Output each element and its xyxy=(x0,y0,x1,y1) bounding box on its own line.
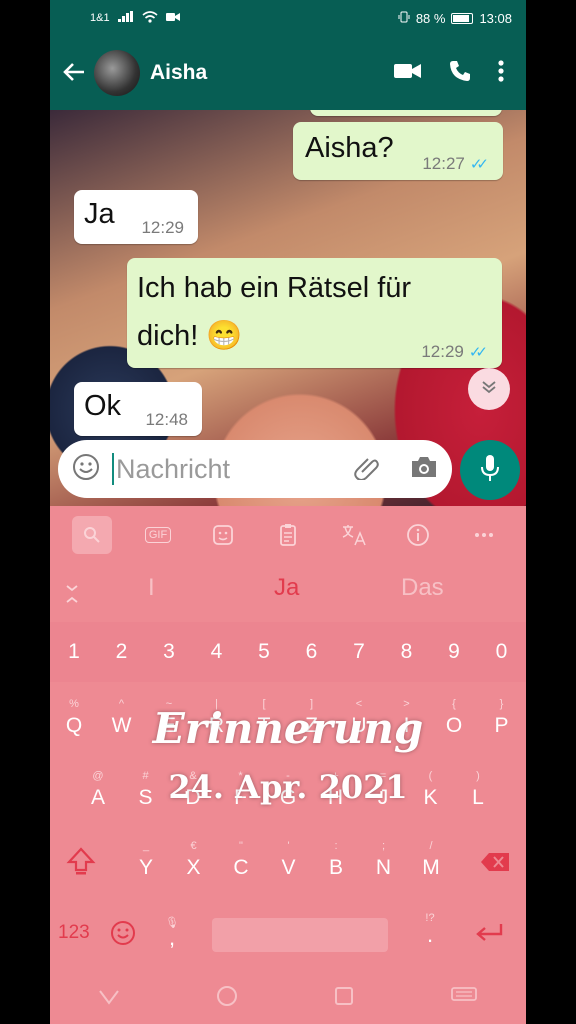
message-composer[interactable]: Nachricht xyxy=(58,440,452,498)
battery-icon xyxy=(451,12,474,24)
key-digit-9[interactable]: 9 xyxy=(434,640,474,664)
message-time: 12:27 ✓✓ xyxy=(422,154,489,173)
search-icon[interactable] xyxy=(72,516,112,554)
emoji-key-icon[interactable] xyxy=(110,920,136,951)
keyboard: GIF I Ja Das 1234567890 % Q ^ W ~ E | R[T] Z < U > I… xyxy=(50,506,526,1024)
info-icon[interactable] xyxy=(398,516,438,554)
message-time: 12:29 ✓✓ xyxy=(421,342,488,361)
key-sub: ; xyxy=(381,840,386,852)
key-x[interactable]: X xyxy=(174,856,214,880)
microphone-icon xyxy=(480,454,500,487)
emoji-icon[interactable] xyxy=(72,453,100,486)
composer-tools xyxy=(354,454,438,485)
back-arrow-icon[interactable] xyxy=(54,58,94,89)
status-bar: 1&1 88 % 13:08 xyxy=(50,0,526,36)
sticker-icon[interactable] xyxy=(203,516,243,554)
double-chevron-down-icon xyxy=(481,380,497,399)
nav-home-icon[interactable] xyxy=(216,985,238,1013)
nav-back-icon[interactable] xyxy=(98,988,120,1011)
key-digit-8[interactable]: 8 xyxy=(387,640,427,664)
overlay-date: 24. Apr. 2021 xyxy=(168,768,408,806)
key-digit-6[interactable]: 6 xyxy=(292,640,332,664)
nav-recents-icon[interactable] xyxy=(334,986,354,1012)
scroll-down-button[interactable] xyxy=(468,368,510,410)
space-bar[interactable] xyxy=(212,918,388,952)
keyboard-hide-icon[interactable] xyxy=(450,986,478,1012)
translate-icon[interactable] xyxy=(334,516,374,554)
avatar[interactable] xyxy=(94,50,140,96)
message-bubble-out[interactable]: Aisha? 12:27 ✓✓ xyxy=(293,122,503,180)
collapse-suggestions-icon[interactable] xyxy=(64,584,80,609)
message-bubble-in[interactable]: Ja 12:29 xyxy=(74,190,198,244)
comma-key[interactable]: 🎙 , xyxy=(162,916,182,951)
key-n[interactable]: N xyxy=(364,856,404,880)
read-ticks-icon: ✓✓ xyxy=(469,156,489,173)
video-call-icon[interactable] xyxy=(394,62,422,85)
message-bubble-partial xyxy=(310,110,502,116)
key-digit-4[interactable]: 4 xyxy=(197,640,237,664)
message-time: 12:29 xyxy=(141,218,184,237)
overlay-title: Erinnerung xyxy=(152,704,424,753)
carrier-label: 1&1 xyxy=(90,12,110,24)
key-sub: " xyxy=(239,840,243,852)
voice-record-button[interactable] xyxy=(460,440,520,500)
more-vert-icon[interactable] xyxy=(498,59,504,87)
key-sub: ' xyxy=(287,840,290,852)
attach-icon[interactable] xyxy=(354,454,380,485)
key-sub: : xyxy=(334,840,338,852)
clipboard-icon[interactable] xyxy=(268,516,308,554)
key-sub: / xyxy=(429,840,433,852)
wifi-icon xyxy=(142,10,158,26)
signal-icon xyxy=(117,11,134,25)
status-left: 1&1 xyxy=(90,10,180,26)
key-digit-1[interactable]: 1 xyxy=(54,640,94,664)
camera-icon[interactable] xyxy=(410,455,438,484)
vibrate-icon xyxy=(398,11,410,26)
message-input[interactable]: Nachricht xyxy=(116,454,230,485)
backspace-key[interactable] xyxy=(480,852,510,877)
phone-icon[interactable] xyxy=(448,59,472,88)
gif-icon[interactable]: GIF xyxy=(138,516,178,554)
phone-screen: 1&1 88 % 13:08 Aisha Aisha? 12:27 ✓✓ Ja … xyxy=(50,0,526,1024)
key-digit-2[interactable]: 2 xyxy=(102,640,142,664)
contact-name[interactable]: Aisha xyxy=(150,61,207,85)
read-ticks-icon: ✓✓ xyxy=(468,344,488,361)
clock: 13:08 xyxy=(479,10,512,26)
key-b[interactable]: B xyxy=(316,856,356,880)
key-c[interactable]: C xyxy=(221,856,261,880)
period-key[interactable]: !? . xyxy=(420,912,440,948)
header-actions xyxy=(394,59,504,88)
key-y[interactable]: Y xyxy=(126,856,166,880)
key-digit-3[interactable]: 3 xyxy=(149,640,189,664)
suggestion-left[interactable]: I xyxy=(148,574,155,602)
message-text-line1: Ich hab ein Rätsel für xyxy=(137,272,412,304)
status-right: 88 % 13:08 xyxy=(398,11,512,26)
key-sub: € xyxy=(190,840,197,852)
key-v[interactable]: V xyxy=(269,856,309,880)
key-digit-5[interactable]: 5 xyxy=(244,640,284,664)
key-digit-0[interactable]: 0 xyxy=(482,640,522,664)
chat-header: Aisha xyxy=(50,36,526,110)
battery-percent: 88 % xyxy=(415,10,446,26)
numbers-switch-key[interactable]: 123 xyxy=(58,922,90,944)
system-nav-bar xyxy=(50,974,526,1024)
text-cursor xyxy=(112,453,114,485)
suggestion-center[interactable]: Ja xyxy=(274,574,299,602)
message-bubble-in[interactable]: Ok 12:48 xyxy=(74,382,202,436)
shift-key[interactable] xyxy=(66,846,96,881)
suggestion-right[interactable]: Das xyxy=(401,574,444,602)
key-m[interactable]: M xyxy=(411,856,451,880)
message-time: 12:48 xyxy=(145,410,188,429)
more-icon[interactable] xyxy=(464,516,504,554)
camera-status-icon xyxy=(165,12,180,25)
message-bubble-out[interactable]: Ich hab ein Rätsel für dich! 😁 12:29 ✓✓ xyxy=(127,258,502,368)
key-digit-7[interactable]: 7 xyxy=(339,640,379,664)
key-sub: _ xyxy=(142,840,150,852)
enter-key[interactable] xyxy=(474,922,504,951)
